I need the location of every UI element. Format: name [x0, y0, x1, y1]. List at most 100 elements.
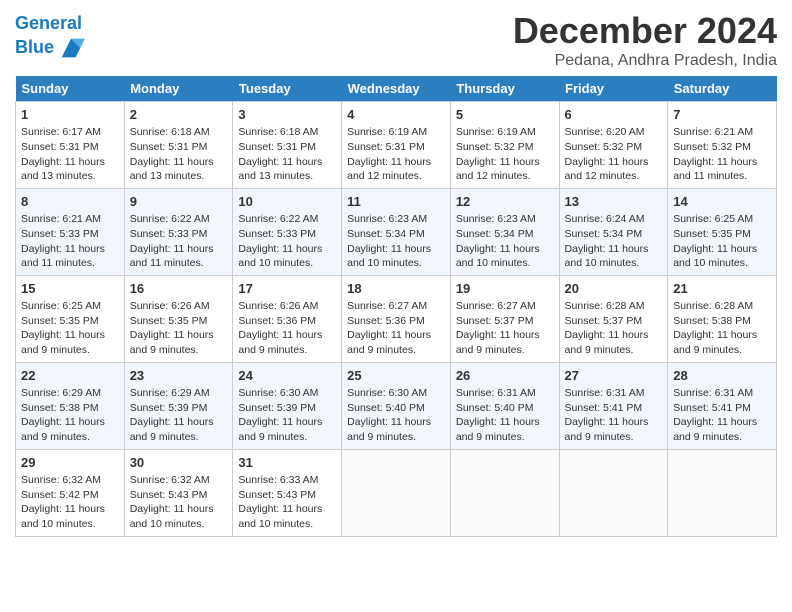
calendar-cell: 8Sunrise: 6:21 AMSunset: 5:33 PMDaylight…: [16, 188, 125, 275]
day-info-line: Sunset: 5:34 PM: [456, 227, 554, 242]
day-info-line: Sunrise: 6:23 AM: [456, 212, 554, 227]
day-info-line: Sunset: 5:32 PM: [456, 140, 554, 155]
day-number: 17: [238, 280, 336, 298]
day-info-line: Sunrise: 6:17 AM: [21, 125, 119, 140]
calendar-week-1: 1Sunrise: 6:17 AMSunset: 5:31 PMDaylight…: [16, 102, 777, 189]
calendar-cell: 12Sunrise: 6:23 AMSunset: 5:34 PMDayligh…: [450, 188, 559, 275]
column-header-wednesday: Wednesday: [342, 76, 451, 102]
day-info-line: Sunset: 5:32 PM: [565, 140, 663, 155]
day-info-line: Sunrise: 6:31 AM: [565, 386, 663, 401]
calendar-cell: 4Sunrise: 6:19 AMSunset: 5:31 PMDaylight…: [342, 102, 451, 189]
day-number: 31: [238, 454, 336, 472]
day-info-line: Sunrise: 6:31 AM: [456, 386, 554, 401]
day-info-line: and 10 minutes.: [673, 256, 771, 271]
day-info-line: Daylight: 11 hours: [21, 502, 119, 517]
calendar-cell: 21Sunrise: 6:28 AMSunset: 5:38 PMDayligh…: [668, 275, 777, 362]
logo-icon: [57, 34, 85, 62]
day-number: 27: [565, 367, 663, 385]
column-header-thursday: Thursday: [450, 76, 559, 102]
day-number: 16: [130, 280, 228, 298]
day-info-line: Daylight: 11 hours: [456, 155, 554, 170]
day-info-line: Daylight: 11 hours: [238, 415, 336, 430]
day-info-line: Daylight: 11 hours: [565, 155, 663, 170]
calendar-cell: [342, 449, 451, 536]
day-info-line: Sunrise: 6:26 AM: [238, 299, 336, 314]
day-number: 7: [673, 106, 771, 124]
day-number: 20: [565, 280, 663, 298]
day-info-line: Daylight: 11 hours: [673, 328, 771, 343]
calendar-cell: 11Sunrise: 6:23 AMSunset: 5:34 PMDayligh…: [342, 188, 451, 275]
calendar-cell: 25Sunrise: 6:30 AMSunset: 5:40 PMDayligh…: [342, 362, 451, 449]
day-info-line: Sunrise: 6:25 AM: [21, 299, 119, 314]
day-info-line: and 9 minutes.: [456, 430, 554, 445]
calendar-cell: 1Sunrise: 6:17 AMSunset: 5:31 PMDaylight…: [16, 102, 125, 189]
day-info-line: Sunrise: 6:18 AM: [238, 125, 336, 140]
day-info-line: and 10 minutes.: [238, 517, 336, 532]
day-number: 2: [130, 106, 228, 124]
day-info-line: Daylight: 11 hours: [565, 328, 663, 343]
day-number: 23: [130, 367, 228, 385]
day-info-line: and 9 minutes.: [130, 430, 228, 445]
day-number: 14: [673, 193, 771, 211]
calendar-cell: 5Sunrise: 6:19 AMSunset: 5:32 PMDaylight…: [450, 102, 559, 189]
day-info-line: Daylight: 11 hours: [238, 155, 336, 170]
day-info-line: Daylight: 11 hours: [21, 328, 119, 343]
calendar-cell: 30Sunrise: 6:32 AMSunset: 5:43 PMDayligh…: [124, 449, 233, 536]
day-info-line: and 11 minutes.: [130, 256, 228, 271]
calendar-cell: 6Sunrise: 6:20 AMSunset: 5:32 PMDaylight…: [559, 102, 668, 189]
column-header-saturday: Saturday: [668, 76, 777, 102]
calendar-week-3: 15Sunrise: 6:25 AMSunset: 5:35 PMDayligh…: [16, 275, 777, 362]
day-info-line: and 9 minutes.: [456, 343, 554, 358]
day-info-line: Daylight: 11 hours: [347, 242, 445, 257]
calendar-subtitle: Pedana, Andhra Pradesh, India: [513, 52, 777, 70]
day-number: 30: [130, 454, 228, 472]
day-info-line: Sunrise: 6:33 AM: [238, 473, 336, 488]
day-info-line: Sunset: 5:31 PM: [238, 140, 336, 155]
day-number: 22: [21, 367, 119, 385]
column-header-friday: Friday: [559, 76, 668, 102]
logo-general: General: [15, 13, 82, 33]
day-info-line: and 10 minutes.: [130, 517, 228, 532]
day-info-line: Sunset: 5:35 PM: [673, 227, 771, 242]
day-number: 12: [456, 193, 554, 211]
day-number: 18: [347, 280, 445, 298]
day-number: 24: [238, 367, 336, 385]
day-info-line: Daylight: 11 hours: [130, 328, 228, 343]
day-info-line: Daylight: 11 hours: [565, 415, 663, 430]
day-info-line: Daylight: 11 hours: [347, 415, 445, 430]
day-info-line: Daylight: 11 hours: [456, 328, 554, 343]
day-info-line: Sunset: 5:31 PM: [130, 140, 228, 155]
day-info-line: Sunrise: 6:21 AM: [21, 212, 119, 227]
day-info-line: Daylight: 11 hours: [21, 415, 119, 430]
day-info-line: and 10 minutes.: [21, 517, 119, 532]
day-info-line: Sunset: 5:33 PM: [130, 227, 228, 242]
day-info-line: and 10 minutes.: [347, 256, 445, 271]
day-info-line: Sunset: 5:38 PM: [673, 314, 771, 329]
day-info-line: Sunset: 5:33 PM: [238, 227, 336, 242]
day-number: 25: [347, 367, 445, 385]
day-info-line: Sunrise: 6:32 AM: [130, 473, 228, 488]
day-info-line: Sunrise: 6:19 AM: [347, 125, 445, 140]
day-info-line: Sunrise: 6:30 AM: [347, 386, 445, 401]
day-info-line: and 9 minutes.: [565, 430, 663, 445]
calendar-cell: 15Sunrise: 6:25 AMSunset: 5:35 PMDayligh…: [16, 275, 125, 362]
calendar-cell: 19Sunrise: 6:27 AMSunset: 5:37 PMDayligh…: [450, 275, 559, 362]
day-info-line: Daylight: 11 hours: [21, 242, 119, 257]
day-info-line: Daylight: 11 hours: [673, 155, 771, 170]
day-info-line: Sunrise: 6:30 AM: [238, 386, 336, 401]
day-info-line: Sunset: 5:34 PM: [347, 227, 445, 242]
calendar-cell: [559, 449, 668, 536]
day-info-line: Sunset: 5:39 PM: [238, 401, 336, 416]
day-info-line: Sunset: 5:37 PM: [456, 314, 554, 329]
day-info-line: Sunrise: 6:20 AM: [565, 125, 663, 140]
day-info-line: and 12 minutes.: [565, 169, 663, 184]
day-info-line: Sunset: 5:33 PM: [21, 227, 119, 242]
calendar-week-2: 8Sunrise: 6:21 AMSunset: 5:33 PMDaylight…: [16, 188, 777, 275]
day-info-line: and 12 minutes.: [347, 169, 445, 184]
page-header: General Blue December 2024 Pedana, Andhr…: [15, 10, 777, 70]
day-info-line: and 9 minutes.: [238, 430, 336, 445]
day-info-line: Sunset: 5:31 PM: [21, 140, 119, 155]
calendar-week-4: 22Sunrise: 6:29 AMSunset: 5:38 PMDayligh…: [16, 362, 777, 449]
day-info-line: and 11 minutes.: [673, 169, 771, 184]
day-number: 9: [130, 193, 228, 211]
